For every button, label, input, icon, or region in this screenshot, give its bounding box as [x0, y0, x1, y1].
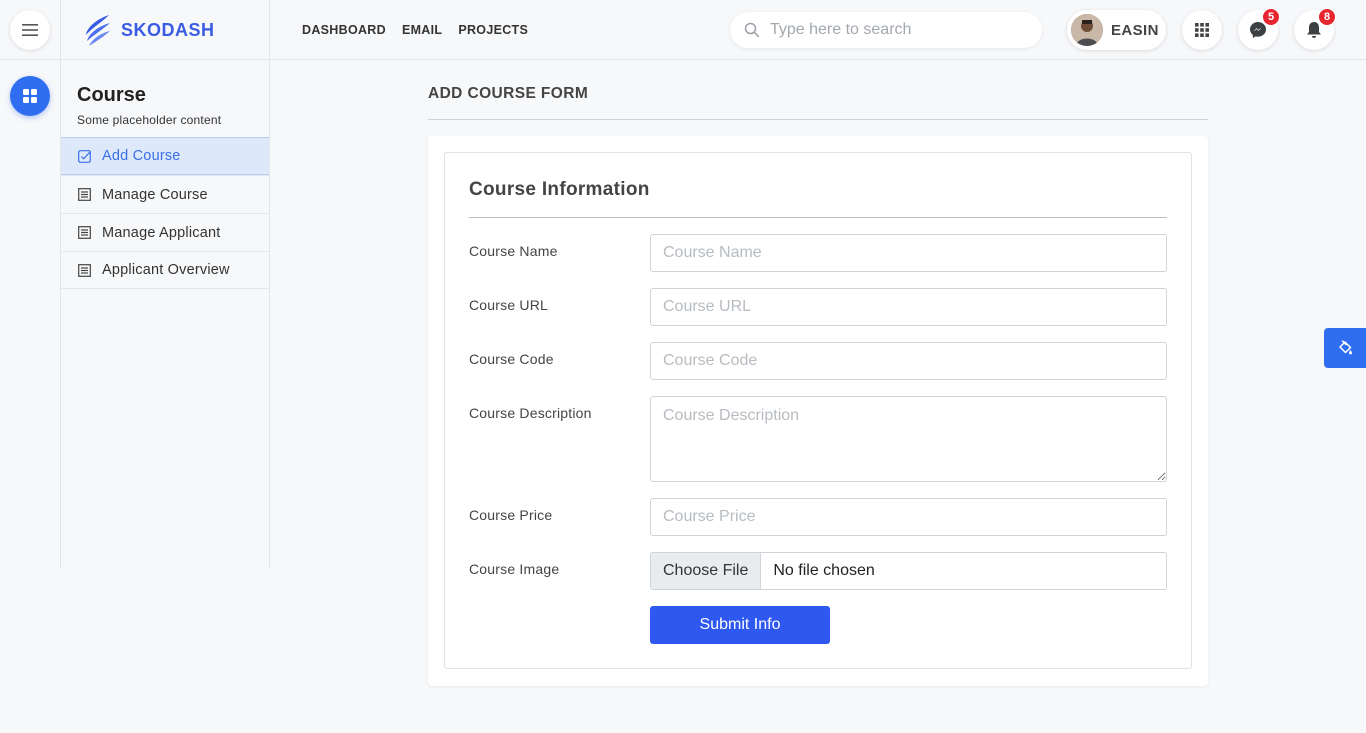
logo-icon	[86, 15, 110, 46]
course-form: Course Information Course Name Course UR…	[444, 152, 1192, 669]
messages-button[interactable]: 5	[1238, 8, 1280, 50]
sidebar-item-label: Manage Course	[102, 186, 208, 203]
course-image-file-input[interactable]: Choose File No file chosen	[650, 552, 1167, 590]
sidebar-item-applicant-overview[interactable]: Applicant Overview	[61, 251, 269, 289]
sidebar-header: Course Some placeholder content	[61, 60, 269, 137]
course-name-input[interactable]	[650, 234, 1167, 272]
user-menu[interactable]: EASIN	[1067, 10, 1166, 50]
sidebar-item-add-course[interactable]: Add Course	[61, 137, 269, 175]
grid-icon	[1195, 23, 1209, 37]
form-card: Course Information Course Name Course UR…	[428, 136, 1208, 686]
course-code-input[interactable]	[650, 342, 1167, 380]
hamburger-icon	[22, 24, 38, 36]
file-status: No file chosen	[773, 562, 875, 579]
list-icon	[77, 226, 91, 240]
divider	[469, 217, 1167, 218]
course-image-label: Course Image	[469, 561, 560, 577]
brand[interactable]: SKODASH	[60, 0, 270, 60]
list-icon	[77, 263, 91, 277]
course-description-label: Course Description	[469, 405, 592, 421]
rail-dashboard-button[interactable]	[10, 76, 50, 116]
sidebar-subtitle: Some placeholder content	[77, 113, 222, 127]
course-url-label: Course URL	[469, 297, 549, 313]
course-url-input[interactable]	[650, 288, 1167, 326]
nav-email[interactable]: EMAIL	[402, 23, 442, 37]
sidebar-item-label: Applicant Overview	[102, 262, 230, 278]
menu-toggle-button[interactable]	[10, 10, 50, 50]
choose-file-button[interactable]: Choose File	[651, 553, 762, 589]
theme-customizer-button[interactable]	[1324, 328, 1366, 368]
divider	[428, 119, 1208, 120]
course-name-label: Course Name	[469, 243, 558, 259]
search-input[interactable]	[770, 21, 1030, 39]
list-icon	[77, 188, 91, 202]
notifications-button[interactable]: 8	[1294, 8, 1336, 50]
notifications-badge: 8	[1318, 8, 1336, 26]
avatar	[1071, 14, 1103, 46]
top-navigation: DASHBOARD EMAIL PROJECTS	[302, 0, 528, 60]
brand-name: SKODASH	[121, 19, 215, 40]
course-code-label: Course Code	[469, 351, 554, 367]
sidebar-item-label: Add Course	[102, 148, 181, 164]
nav-dashboard[interactable]: DASHBOARD	[302, 23, 386, 37]
search-icon	[744, 22, 760, 38]
paint-bucket-icon	[1339, 340, 1352, 355]
course-price-input[interactable]	[650, 498, 1167, 536]
check-square-icon	[77, 149, 91, 163]
course-price-label: Course Price	[469, 507, 553, 523]
search-box	[730, 12, 1042, 48]
top-header: SKODASH DASHBOARD EMAIL PROJECTS EASIN	[0, 0, 1366, 60]
section-title: Course Information	[469, 179, 650, 200]
messages-badge: 5	[1262, 8, 1280, 26]
apps-icon	[23, 89, 37, 103]
sidebar-item-manage-applicant[interactable]: Manage Applicant	[61, 213, 269, 251]
user-name: EASIN	[1111, 21, 1159, 39]
sidebar-title: Course	[77, 84, 146, 106]
apps-button[interactable]	[1182, 10, 1222, 50]
sidebar: Course Some placeholder content Add Cour…	[60, 60, 270, 568]
sidebar-item-manage-course[interactable]: Manage Course	[61, 175, 269, 213]
sidebar-item-label: Manage Applicant	[102, 224, 221, 241]
bell-icon	[1307, 22, 1321, 38]
course-description-textarea[interactable]	[650, 396, 1167, 482]
submit-button[interactable]: Submit Info	[650, 606, 830, 644]
page-title: ADD COURSE FORM	[428, 85, 589, 102]
nav-projects[interactable]: PROJECTS	[458, 23, 528, 37]
